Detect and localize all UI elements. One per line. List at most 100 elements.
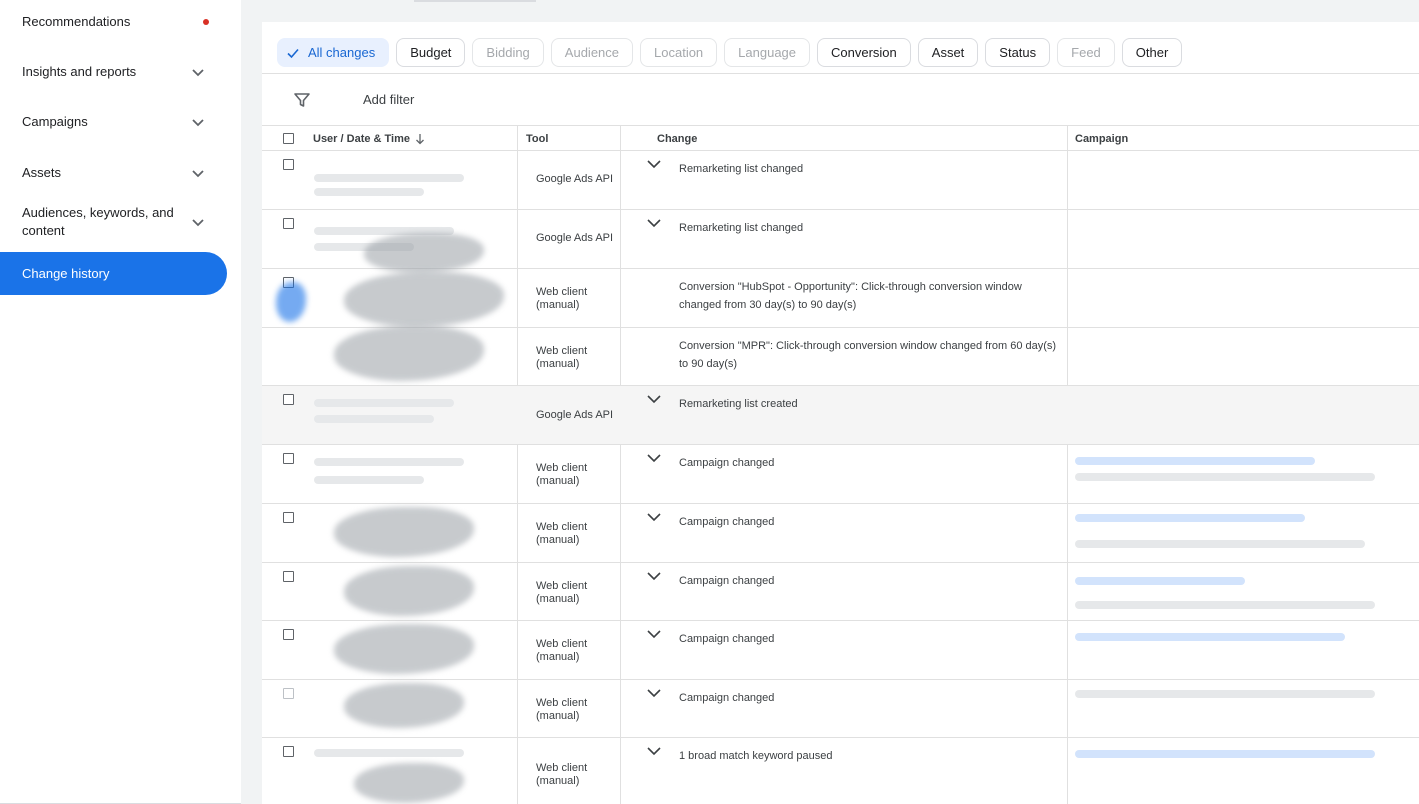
- row-checkbox[interactable]: [283, 571, 294, 582]
- expand-chevron-icon[interactable]: [646, 511, 662, 523]
- chip-language[interactable]: Language: [724, 38, 811, 67]
- filter-bar: Add filter: [262, 73, 1419, 126]
- left-navigation: Recommendations Insights and reports Cam…: [0, 0, 241, 804]
- change-description: Campaign changed: [679, 516, 775, 528]
- change-history-table: User / Date & Time Tool Change Campaign …: [262, 126, 1419, 804]
- chip-label: Status: [999, 45, 1037, 60]
- chip-status[interactable]: Status: [985, 38, 1051, 67]
- sidebar-item-audiences-keywords-content[interactable]: Audiences, keywords, and content: [0, 202, 227, 242]
- sidebar-item-campaigns[interactable]: Campaigns: [0, 109, 227, 135]
- redacted-user-cell: [304, 448, 514, 496]
- redacted-user-cell: [304, 683, 514, 731]
- redacted-user-cell: [304, 624, 514, 674]
- tool-cell: Google Ads API: [536, 232, 614, 244]
- campaign-cell: [1075, 746, 1405, 786]
- redacted-user-cell: [304, 389, 514, 437]
- campaign-cell: [1075, 277, 1405, 317]
- chevron-down-icon: [192, 119, 204, 127]
- table-row[interactable]: Google Ads API Remarketing list created: [262, 386, 1419, 445]
- select-all-checkbox[interactable]: [283, 133, 294, 144]
- expand-chevron-icon[interactable]: [646, 217, 662, 229]
- campaign-cell: [1075, 394, 1405, 434]
- row-checkbox[interactable]: [283, 688, 294, 699]
- sidebar-item-recommendations[interactable]: Recommendations: [0, 9, 227, 35]
- chip-label: Language: [738, 45, 797, 60]
- chip-asset[interactable]: Asset: [917, 38, 979, 67]
- column-header-tool[interactable]: Tool: [526, 126, 548, 151]
- row-checkbox[interactable]: [283, 512, 294, 523]
- column-header-label: Tool: [526, 132, 549, 145]
- sidebar-item-label: Assets: [22, 165, 62, 180]
- table-row[interactable]: Web client (manual) 1 broad match keywor…: [262, 738, 1419, 804]
- row-checkbox[interactable]: [283, 159, 294, 170]
- table-row[interactable]: Google Ads API Remarketing list changed: [262, 151, 1419, 210]
- expand-chevron-icon[interactable]: [646, 452, 662, 464]
- row-checkbox[interactable]: [283, 218, 294, 229]
- select-all-cell: [283, 126, 294, 151]
- redacted-user-cell: [304, 507, 514, 557]
- column-header-user[interactable]: User / Date & Time: [313, 126, 425, 151]
- campaign-cell: [1075, 629, 1405, 669]
- tool-cell: Web client (manual): [536, 580, 588, 605]
- chip-label: Asset: [931, 45, 965, 60]
- tool-cell: Web client (manual): [536, 345, 588, 370]
- sidebar-item-change-history[interactable]: Change history: [0, 252, 227, 295]
- notification-dot-icon: [203, 19, 209, 25]
- expand-chevron-icon[interactable]: [646, 745, 662, 757]
- column-header-campaign[interactable]: Campaign: [1075, 126, 1128, 151]
- change-description: Campaign changed: [679, 457, 775, 469]
- change-description: Campaign changed: [679, 692, 775, 704]
- column-header-label: User / Date & Time: [313, 132, 411, 145]
- column-header-label: Change: [657, 132, 698, 145]
- expand-chevron-icon[interactable]: [646, 687, 662, 699]
- chip-audience[interactable]: Audience: [550, 38, 634, 67]
- chip-other[interactable]: Other: [1121, 38, 1183, 67]
- row-checkbox[interactable]: [283, 453, 294, 464]
- chip-bidding[interactable]: Bidding: [472, 38, 544, 67]
- expand-chevron-icon[interactable]: [646, 628, 662, 640]
- change-description: Campaign changed: [679, 575, 775, 587]
- sidebar-item-label: Recommendations: [22, 14, 131, 29]
- sidebar-item-label: Insights and reports: [22, 64, 137, 79]
- expand-chevron-icon[interactable]: [646, 570, 662, 582]
- row-checkbox[interactable]: [283, 746, 294, 757]
- expand-chevron-icon[interactable]: [646, 393, 662, 405]
- table-row[interactable]: Web client (manual) Conversion "HubSpot …: [262, 269, 1419, 328]
- table-row[interactable]: Web client (manual) Campaign changed: [262, 563, 1419, 621]
- expand-chevron-icon[interactable]: [646, 158, 662, 170]
- chip-conversion[interactable]: Conversion: [817, 38, 911, 67]
- sidebar-item-assets[interactable]: Assets: [0, 160, 227, 186]
- campaign-cell: [1075, 336, 1405, 376]
- filter-funnel-icon[interactable]: [293, 91, 311, 109]
- tool-cell: Web client (manual): [536, 762, 588, 787]
- redacted-user-cell: [304, 154, 514, 202]
- tool-cell: Web client (manual): [536, 286, 588, 311]
- chip-all-changes[interactable]: All changes: [277, 38, 390, 67]
- table-row[interactable]: Web client (manual) Campaign changed: [262, 445, 1419, 504]
- chip-label: Budget: [410, 45, 452, 60]
- campaign-cell: [1075, 688, 1405, 728]
- tool-cell: Web client (manual): [536, 462, 588, 487]
- table-row[interactable]: Web client (manual) Campaign changed: [262, 504, 1419, 563]
- change-description: Conversion "MPR": Click-through conversi…: [679, 340, 1057, 370]
- row-checkbox[interactable]: [283, 629, 294, 640]
- chip-location[interactable]: Location: [640, 38, 718, 67]
- table-row[interactable]: Web client (manual) Campaign changed: [262, 621, 1419, 680]
- redacted-user-cell: [276, 272, 514, 327]
- row-checkbox[interactable]: [283, 394, 294, 405]
- chip-budget[interactable]: Budget: [396, 38, 466, 67]
- table-row[interactable]: Web client (manual) Conversion "MPR": Cl…: [262, 326, 1419, 386]
- chip-label: Feed: [1071, 45, 1101, 60]
- sidebar-item-insights-and-reports[interactable]: Insights and reports: [0, 59, 227, 85]
- tool-cell: Google Ads API: [536, 173, 614, 185]
- chevron-down-icon: [192, 69, 204, 77]
- table-row[interactable]: Google Ads API Remarketing list changed: [262, 210, 1419, 273]
- chip-feed[interactable]: Feed: [1057, 38, 1115, 67]
- table-row[interactable]: Web client (manual) Campaign changed: [262, 680, 1419, 738]
- redacted-user-cell: [304, 213, 514, 273]
- add-filter-button[interactable]: Add filter: [363, 92, 414, 107]
- column-header-change[interactable]: Change: [657, 126, 697, 151]
- change-type-chips: All changes Budget Bidding Audience Loca…: [277, 38, 1183, 67]
- change-description: Remarketing list created: [679, 398, 798, 410]
- chip-label: All changes: [308, 45, 376, 60]
